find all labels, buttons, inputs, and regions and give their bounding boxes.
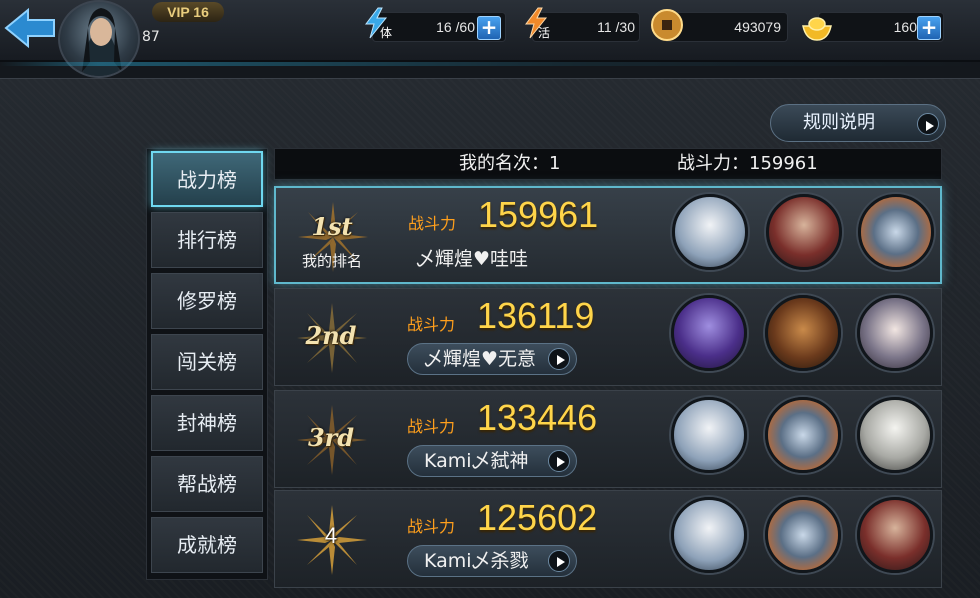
category-tabs: 战力榜 排行榜 修罗榜 闯关榜 封神榜 帮战榜 成就榜 [146, 148, 268, 580]
lightning-vitality-icon: 活 [525, 7, 550, 40]
rules-button[interactable]: 规则说明 [770, 104, 946, 142]
gold-value: 160 [893, 19, 917, 35]
back-arrow-icon[interactable] [2, 6, 60, 50]
swordsman-hero-portrait[interactable] [766, 194, 842, 270]
lightning-stamina-icon: 体 [365, 7, 392, 40]
white-haired-elder-hero-portrait[interactable] [857, 397, 933, 473]
purple-demon-hero-portrait[interactable] [671, 295, 747, 371]
hatted-girl-hero-portrait[interactable] [857, 295, 933, 371]
vitality-icon-label: 活 [538, 26, 550, 40]
play-arrow-icon [917, 113, 939, 135]
my-rank-label: 我的排名 [301, 252, 362, 270]
player-name: Kami乄杀戮 [424, 550, 529, 572]
power-value: 136119 [477, 295, 595, 336]
top-bar: VIP 16 87 16 /60 + 体 11 /30 活 493079 160… [0, 0, 980, 78]
stamina-icon-label: 体 [380, 26, 392, 40]
leaderboard-row[interactable]: 3rd 战斗力 133446 Kami乄弑神 [274, 390, 942, 488]
my-rank-summary: 我的名次：1 战斗力：159961 [274, 148, 942, 180]
leaderboard-row[interactable]: 4 战斗力 125602 Kami乄杀戮 [274, 490, 942, 588]
player-name: 乄輝煌♥无意 [424, 348, 537, 370]
rank-place: 4 [324, 523, 338, 548]
clawed-hand-hero-portrait[interactable] [858, 194, 934, 270]
rank-place: 2nd [305, 321, 357, 350]
clawed-hand-hero-portrait[interactable] [765, 397, 841, 473]
gold-ingot-icon [802, 17, 832, 41]
play-arrow-icon [548, 348, 571, 370]
oni-mask-hero-portrait[interactable] [671, 497, 747, 573]
stamina-value: 16 /60 [436, 19, 475, 35]
power-value: 159961 [478, 194, 599, 235]
power-value: 133446 [477, 397, 598, 438]
power-label: 战斗力 [407, 417, 456, 436]
player-name-button[interactable]: 乄輝煌♥无意 [407, 343, 578, 375]
power-label: 战斗力 [407, 517, 456, 536]
coin-value: 493079 [734, 19, 781, 35]
my-power-text: 战斗力：159961 [677, 153, 818, 174]
tab-ranking[interactable]: 排行榜 [151, 212, 263, 268]
player-name-button[interactable]: Kami乄弑神 [407, 445, 577, 477]
copper-coin-icon [651, 9, 683, 41]
player-avatar[interactable] [58, 0, 140, 78]
beast-warrior-hero-portrait[interactable] [765, 295, 841, 371]
swordsman-hero-portrait[interactable] [857, 497, 933, 573]
tab-stage[interactable]: 闯关榜 [151, 334, 263, 390]
rules-button-label: 规则说明 [803, 112, 875, 133]
oni-mask-hero-portrait[interactable] [672, 194, 748, 270]
vitality-value: 11 /30 [597, 19, 635, 35]
tab-asura[interactable]: 修罗榜 [151, 273, 263, 329]
leaderboard-row[interactable]: 1st 我的排名 战斗力 159961 乄輝煌♥哇哇 [274, 186, 942, 284]
tab-guild-war[interactable]: 帮战榜 [151, 456, 263, 512]
leaderboard-row[interactable]: 2nd 战斗力 136119 乄輝煌♥无意 [274, 288, 942, 386]
player-name: 乄輝煌♥哇哇 [416, 248, 529, 270]
power-label: 战斗力 [408, 214, 457, 233]
player-name-button[interactable]: Kami乄杀戮 [407, 545, 577, 577]
top-bar-glow [0, 62, 980, 66]
add-stamina-button[interactable]: + [477, 16, 501, 40]
tab-power[interactable]: 战力榜 [151, 151, 263, 207]
power-value: 125602 [477, 497, 598, 538]
tab-deity[interactable]: 封神榜 [151, 395, 263, 451]
vip-badge: VIP 16 [152, 2, 224, 22]
player-name: Kami乄弑神 [424, 450, 529, 472]
tab-achievement[interactable]: 成就榜 [151, 517, 263, 573]
play-arrow-icon [548, 450, 570, 472]
rank-place: 3rd [307, 423, 355, 452]
power-label: 战斗力 [407, 315, 456, 334]
play-arrow-icon [548, 550, 570, 572]
gold-counter: 160 + [818, 12, 944, 42]
clawed-hand-hero-portrait[interactable] [765, 497, 841, 573]
player-level: 87 [142, 29, 160, 45]
oni-mask-hero-portrait[interactable] [671, 397, 747, 473]
rank-place: 1st [311, 212, 353, 241]
my-rank-text: 我的名次：1 [459, 153, 561, 174]
add-gold-button[interactable]: + [917, 16, 941, 40]
